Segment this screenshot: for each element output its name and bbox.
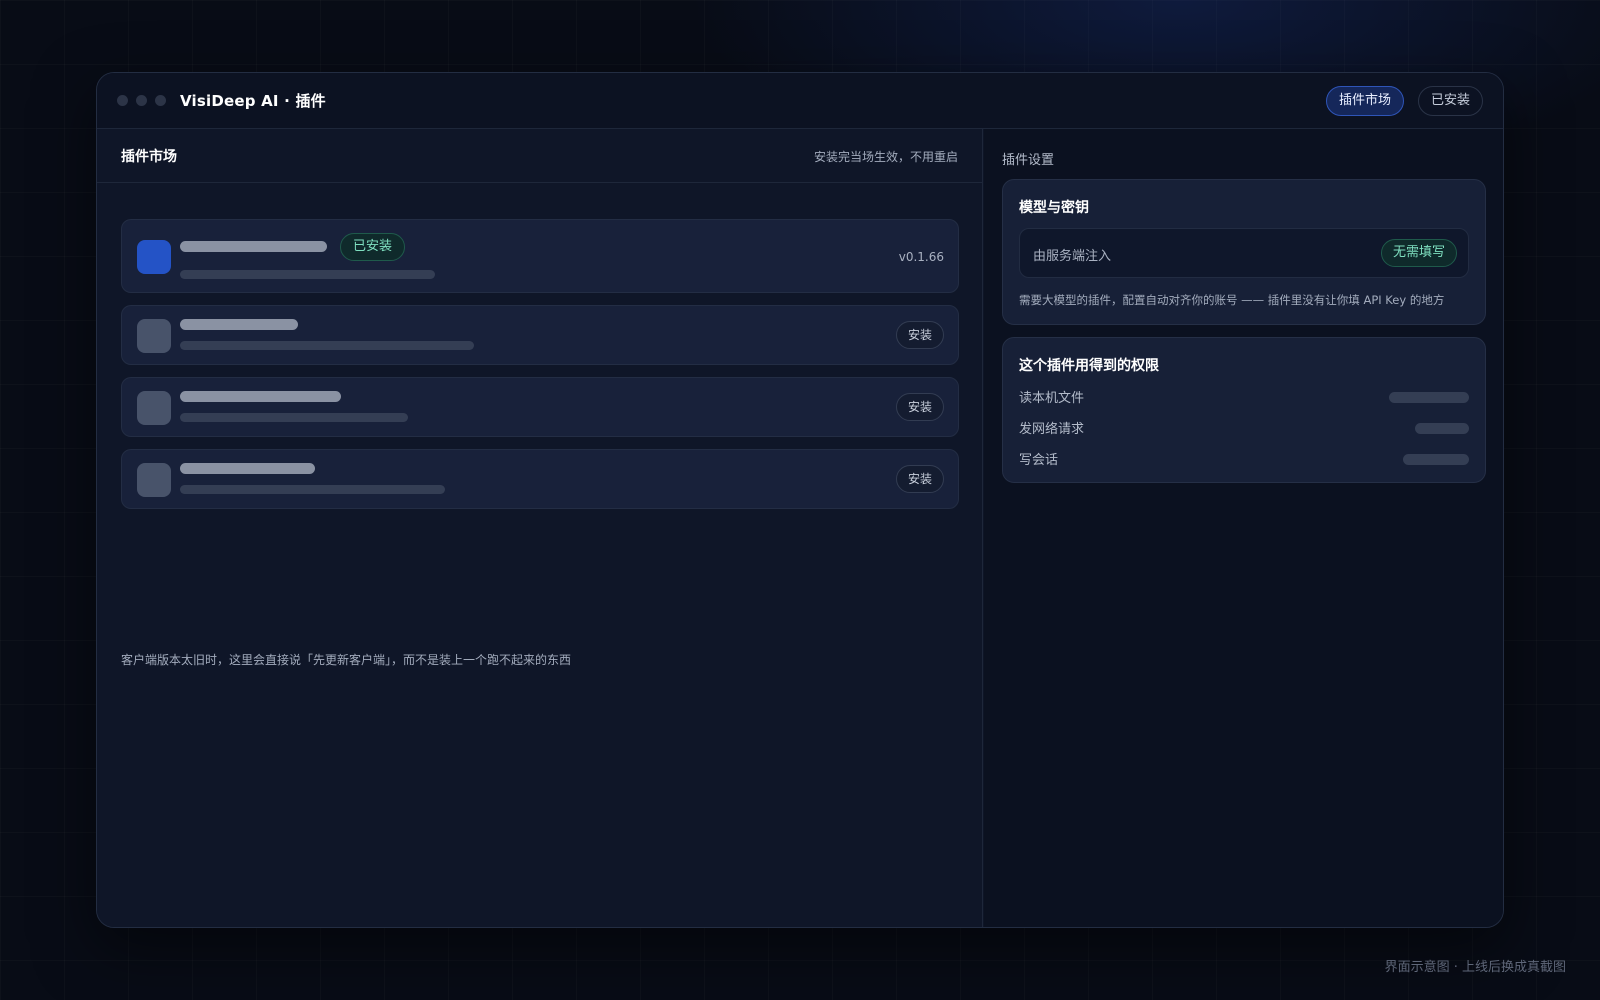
plugin-name-placeholder xyxy=(180,463,315,474)
tab-installed[interactable]: 已安装 xyxy=(1417,86,1483,116)
tab-plugin-market[interactable]: 插件市场 xyxy=(1325,86,1404,116)
plugin-icon xyxy=(137,319,171,353)
plugin-card[interactable]: 安装 xyxy=(121,449,959,509)
key-note: 需要大模型的插件，配置自动对齐你的账号 —— 插件里没有让你填 API Key … xyxy=(1019,293,1445,307)
no-fill-badge: 无需填写 xyxy=(1380,239,1457,267)
window-controls xyxy=(117,95,166,106)
watermark-caption: 界面示意图 · 上线后换成真截图 xyxy=(1384,960,1566,975)
plugin-icon xyxy=(137,391,171,425)
market-hint: 安装完当场生效，不用重启 xyxy=(813,150,958,164)
permission-row: 读本机文件 xyxy=(1019,387,1469,407)
install-button[interactable]: 安装 xyxy=(895,393,944,421)
plugin-card[interactable]: 安装 xyxy=(121,305,959,365)
permission-row: 发网络请求 xyxy=(1019,418,1469,438)
model-key-card: 模型与密钥 由服务端注入 无需填写 需要大模型的插件，配置自动对齐你的账号 ——… xyxy=(1002,179,1486,325)
install-button[interactable]: 安装 xyxy=(895,321,944,349)
server-inject-row: 由服务端注入 无需填写 xyxy=(1019,228,1469,278)
permission-value-placeholder xyxy=(1415,423,1469,434)
plugin-card[interactable]: 已安装 v0.1.66 xyxy=(121,219,959,293)
market-header: 插件市场 安装完当场生效，不用重启 xyxy=(97,129,982,183)
market-footnote: 客户端版本太旧时，这里会直接说「先更新客户端」，而不是装上一个跑不起来的东西 xyxy=(121,653,572,667)
model-key-title: 模型与密钥 xyxy=(1019,200,1089,216)
permission-label: 写会话 xyxy=(1019,453,1059,468)
top-tabs: 插件市场 已安装 xyxy=(1325,86,1483,116)
close-dot-icon[interactable] xyxy=(117,95,128,106)
permission-label: 读本机文件 xyxy=(1019,391,1085,406)
plugin-window: VisiDeep AI · 插件 插件市场 已安装 插件市场 安装完当场生效，不… xyxy=(96,72,1504,928)
maximize-dot-icon[interactable] xyxy=(155,95,166,106)
plugin-desc-placeholder xyxy=(180,485,445,494)
app-title: VisiDeep AI · 插件 xyxy=(180,92,326,110)
permission-value-placeholder xyxy=(1389,392,1469,403)
permission-label: 发网络请求 xyxy=(1019,422,1085,437)
market-title: 插件市场 xyxy=(121,149,177,165)
plugin-name-placeholder xyxy=(180,319,298,330)
plugin-card[interactable]: 安装 xyxy=(121,377,959,437)
plugin-icon xyxy=(137,240,171,274)
install-button[interactable]: 安装 xyxy=(895,465,944,493)
plugin-list: 已安装 v0.1.66 安装 安装 安装 xyxy=(121,219,959,521)
minimize-dot-icon[interactable] xyxy=(136,95,147,106)
plugin-name-placeholder xyxy=(180,241,327,252)
plugin-desc-placeholder xyxy=(180,270,435,279)
settings-pane: 插件设置 模型与密钥 由服务端注入 无需填写 需要大模型的插件，配置自动对齐你的… xyxy=(984,129,1503,927)
plugin-version: v0.1.66 xyxy=(898,250,944,264)
plugin-name-placeholder xyxy=(180,391,341,402)
permission-row: 写会话 xyxy=(1019,449,1469,469)
settings-heading: 插件设置 xyxy=(1002,153,1055,168)
permission-value-placeholder xyxy=(1403,454,1469,465)
permissions-title: 这个插件用得到的权限 xyxy=(1019,358,1159,374)
plugin-icon xyxy=(137,463,171,497)
permissions-card: 这个插件用得到的权限 读本机文件 发网络请求 写会话 xyxy=(1002,337,1486,483)
installed-badge: 已安装 xyxy=(340,233,406,261)
plugin-desc-placeholder xyxy=(180,413,408,422)
server-inject-label: 由服务端注入 xyxy=(1033,249,1112,264)
plugin-desc-placeholder xyxy=(180,341,474,350)
title-bar: VisiDeep AI · 插件 插件市场 已安装 xyxy=(97,73,1503,129)
